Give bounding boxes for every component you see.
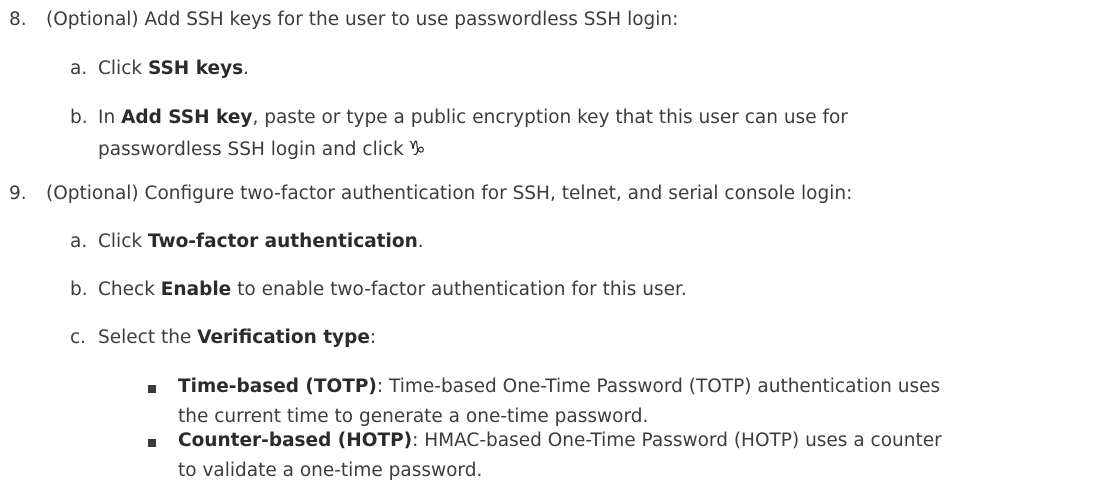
bullet-text: Counter-based (HOTP): HMAC-based One-Tim… <box>178 430 942 451</box>
bullet-marker <box>148 385 156 393</box>
substep-text: In Add SSH key, paste or type a public e… <box>98 107 848 128</box>
substep-letter: b. <box>70 107 88 128</box>
substep-letter: c. <box>70 327 87 348</box>
ui-term: Enable <box>160 279 232 300</box>
substep-letter: a. <box>70 231 88 252</box>
ui-term: Time-based (TOTP) <box>178 376 377 397</box>
document-body: 8. (Optional) Add SSH keys for the user … <box>0 0 1099 481</box>
ui-term: SSH keys <box>147 58 244 79</box>
add-key-icon: ♑ <box>407 136 426 160</box>
substep-text: Check Enable to enable two-factor authen… <box>98 279 687 300</box>
step-number: 8. <box>9 9 27 30</box>
bullet-text: Time-based (TOTP): Time-based One-Time P… <box>178 376 941 397</box>
substep-text: Click SSH keys. <box>98 58 250 79</box>
step-text: (Optional) Configure two-factor authenti… <box>46 183 853 204</box>
substep-text: Click Two-factor authentication. <box>98 231 424 252</box>
substep-text: Select the Verification type: <box>98 327 377 348</box>
ui-term: Two-factor authentication <box>147 231 418 252</box>
substep-letter: b. <box>70 279 88 300</box>
bullet-continuation: the current time to generate a one-time … <box>178 406 649 427</box>
bullet-marker <box>148 439 156 447</box>
ui-term: Verification type <box>197 327 370 348</box>
ui-term: Counter-based (HOTP) <box>178 430 413 451</box>
step-number: 9. <box>9 183 27 204</box>
step-text: (Optional) Add SSH keys for the user to … <box>46 9 679 30</box>
substep-continuation: passwordless SSH login and click ♑ <box>98 136 426 160</box>
bullet-continuation: to validate a one-time password. <box>178 460 483 481</box>
substep-letter: a. <box>70 58 88 79</box>
ui-term: Add SSH key <box>121 107 253 128</box>
